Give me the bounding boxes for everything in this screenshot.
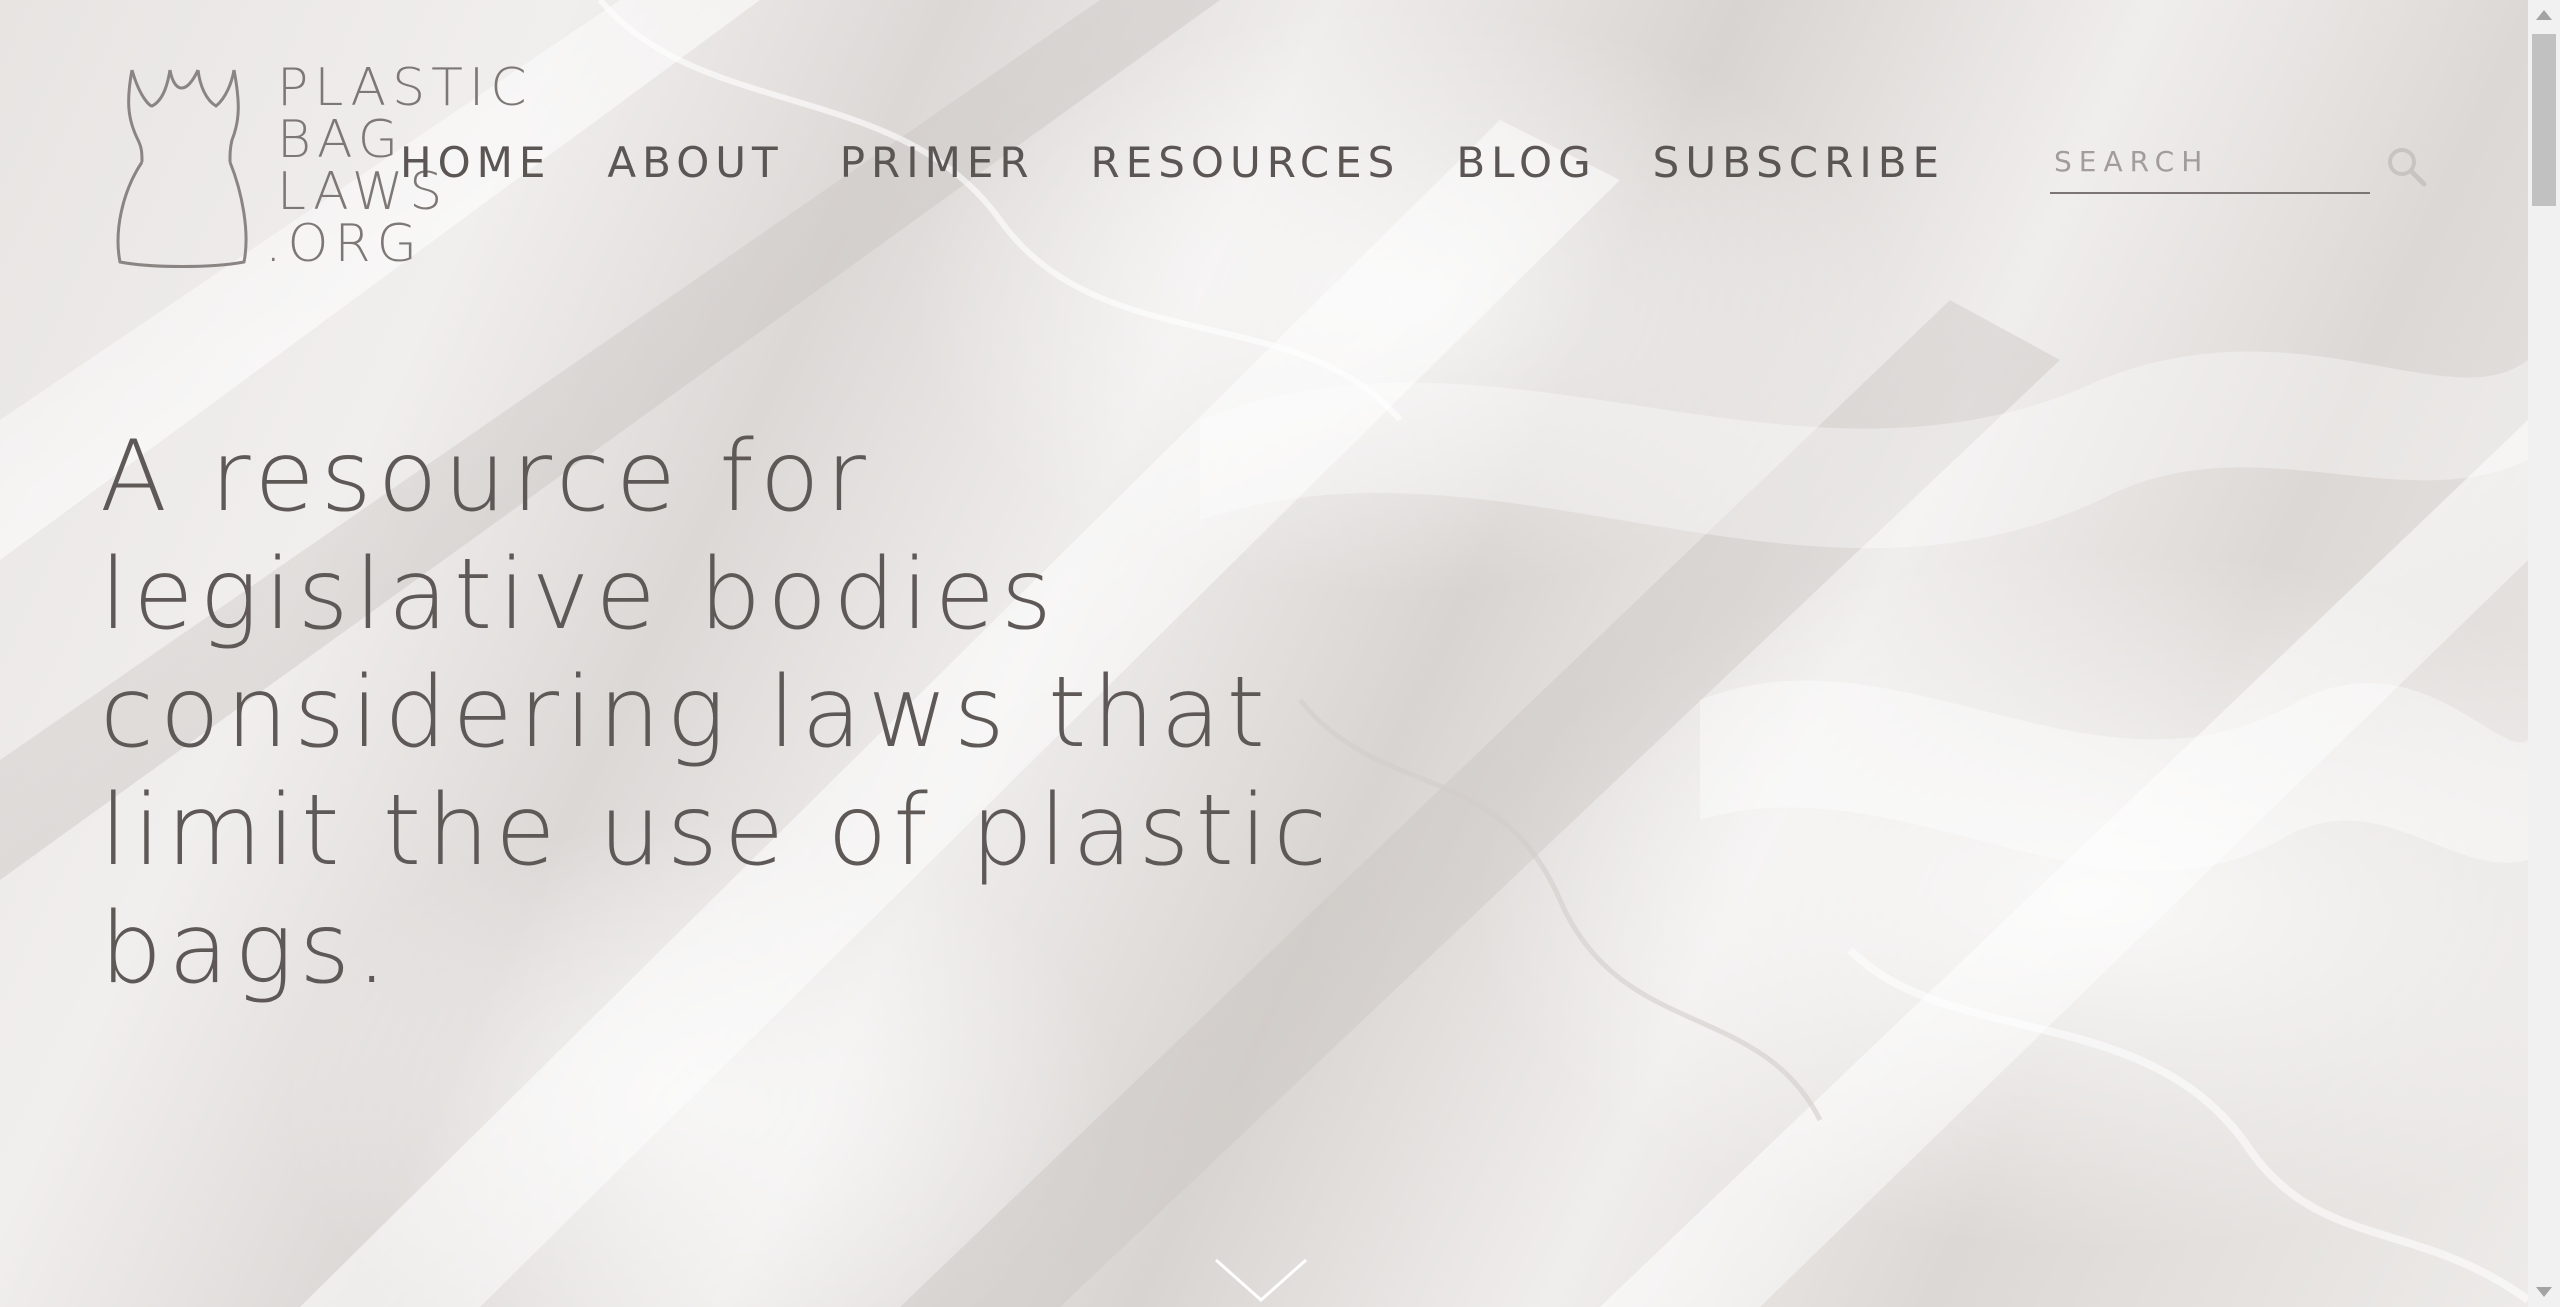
nav-item-about[interactable]: ABOUT (607, 138, 783, 187)
logo-line: PLASTIC (277, 58, 533, 118)
scroll-down-arrow-icon[interactable] (2528, 1275, 2560, 1307)
plastic-bag-icon (116, 69, 248, 268)
hero-line: legislative bodies (100, 538, 1058, 652)
viewport: PLASTIC BAG LAWS .ORG HOME ABOUT PRIMER … (0, 0, 2528, 1307)
scroll-up-arrow-icon[interactable] (2528, 0, 2560, 32)
hero-heading: A resource for legislative bodies consid… (100, 418, 1400, 1008)
hero-line: bags. (100, 892, 394, 1006)
hero-line: considering laws that (100, 656, 1271, 770)
scrollbar-thumb[interactable] (2532, 34, 2556, 206)
search-box (2050, 138, 2370, 194)
nav-item-resources[interactable]: RESOURCES (1091, 138, 1401, 187)
nav-item-subscribe[interactable]: SUBSCRIBE (1653, 138, 1945, 187)
nav-item-home[interactable]: HOME (400, 138, 551, 187)
nav-item-primer[interactable]: PRIMER (840, 138, 1035, 187)
page: PLASTIC BAG LAWS .ORG HOME ABOUT PRIMER … (0, 0, 2560, 1307)
scrollbar[interactable] (2528, 0, 2560, 1307)
hero-line: A resource for (100, 420, 872, 534)
search-icon[interactable] (2384, 144, 2428, 188)
logo-line: .ORG (265, 214, 423, 274)
chevron-down-icon[interactable] (1214, 1258, 1308, 1304)
search-input[interactable] (2050, 138, 2354, 184)
nav-item-blog[interactable]: BLOG (1456, 138, 1596, 187)
main-nav: HOME ABOUT PRIMER RESOURCES BLOG SUBSCRI… (400, 138, 1945, 187)
hero-line: limit the use of plastic (100, 774, 1334, 888)
